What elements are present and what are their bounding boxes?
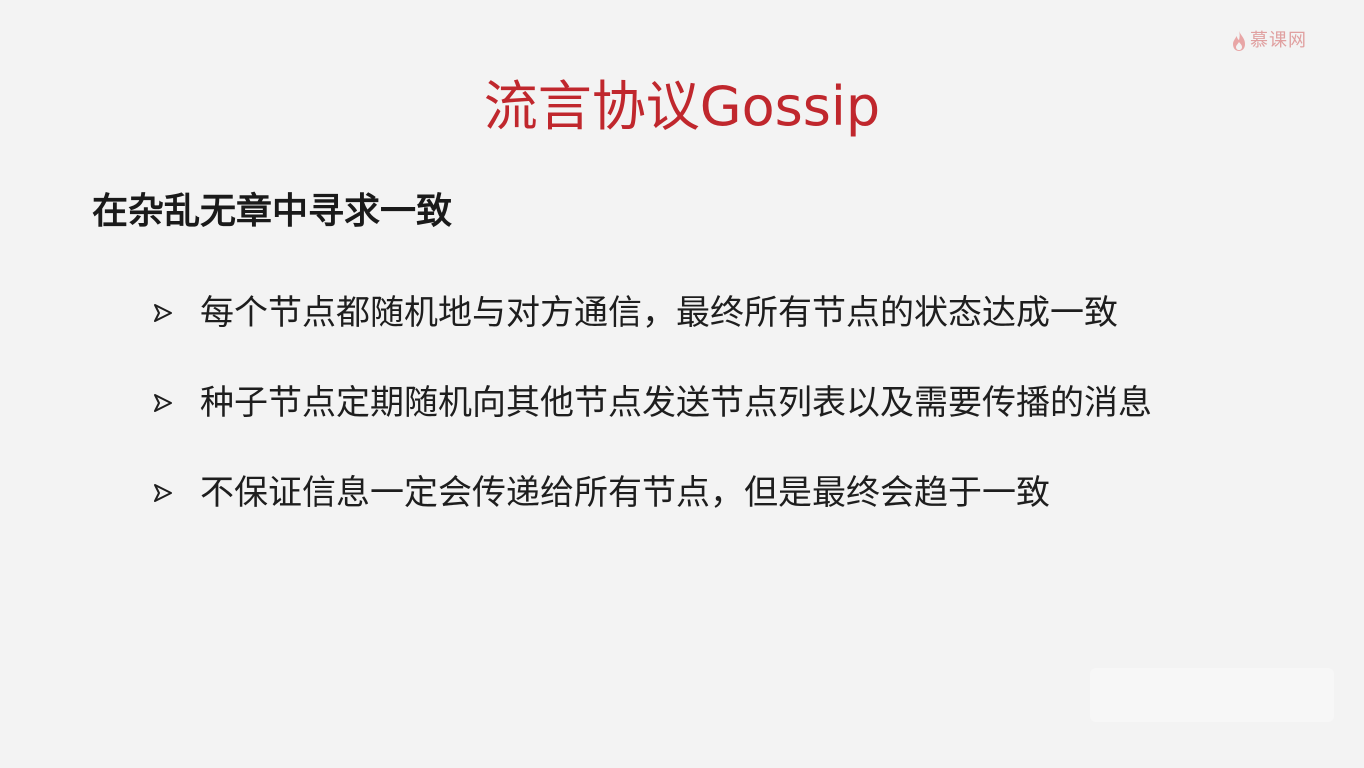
bullet-text: 不保证信息一定会传递给所有节点，但是最终会趋于一致 bbox=[200, 473, 1050, 513]
bullet-text: 种子节点定期随机向其他节点发送节点列表以及需要传播的消息 bbox=[200, 383, 1152, 423]
brand-logo: 慕课网 bbox=[1232, 30, 1307, 52]
bullet-text: 每个节点都随机地与对方通信，最终所有节点的状态达成一致 bbox=[200, 293, 1118, 333]
logo-text: 慕课网 bbox=[1250, 30, 1307, 51]
bullet-item: 不保证信息一定会传递给所有节点，但是最终会趋于一致 bbox=[152, 466, 1332, 556]
flame-icon bbox=[1232, 30, 1246, 52]
watermark-overlay bbox=[1090, 668, 1334, 722]
arrowhead-bullet-icon bbox=[152, 466, 200, 520]
slide-title: 流言协议Gossip bbox=[483, 75, 881, 138]
slide-subtitle: 在杂乱无章中寻求一致 bbox=[92, 191, 453, 232]
arrowhead-bullet-icon bbox=[152, 376, 200, 430]
arrowhead-bullet-icon bbox=[152, 286, 200, 340]
slide: 慕课网 流言协议Gossip 在杂乱无章中寻求一致 每个节点都随机地与对方通信，… bbox=[0, 0, 1364, 768]
bullet-item: 每个节点都随机地与对方通信，最终所有节点的状态达成一致 bbox=[152, 286, 1332, 376]
bullet-list: 每个节点都随机地与对方通信，最终所有节点的状态达成一致 种子节点定期随机向其他节… bbox=[152, 286, 1332, 556]
bullet-item: 种子节点定期随机向其他节点发送节点列表以及需要传播的消息 bbox=[152, 376, 1332, 466]
